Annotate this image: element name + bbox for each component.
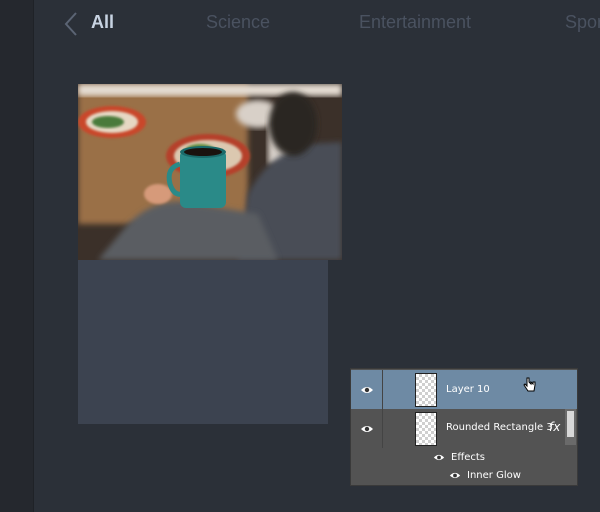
effects-row[interactable]: Effects (433, 448, 485, 466)
hand-cursor-icon (523, 377, 536, 392)
layers-scrollbar[interactable] (565, 409, 576, 445)
layers-panel: Layer 10 Rounded Rectangle 3 fx Effects … (350, 368, 578, 486)
tab-entertainment[interactable]: Entertainment (359, 12, 471, 33)
tab-all[interactable]: All (91, 12, 114, 33)
eye-icon (360, 386, 373, 393)
layer-row-rounded-rectangle-3[interactable]: Rounded Rectangle 3 fx (351, 409, 577, 448)
back-button[interactable] (60, 10, 82, 38)
left-sidebar-strip (0, 0, 34, 512)
tab-science[interactable]: Science (206, 12, 270, 33)
fx-badge[interactable]: fx (549, 420, 560, 434)
card-photo (78, 84, 342, 260)
chevron-left-icon (64, 12, 77, 36)
layer-row-layer-10[interactable]: Layer 10 (351, 370, 577, 409)
layer-name: Rounded Rectangle 3 (446, 422, 553, 433)
photo-illustration (78, 84, 342, 260)
effects-label: Effects (451, 451, 485, 463)
category-nav: All Science Entertainment Spor (34, 0, 600, 48)
layer-thumbnail (415, 412, 437, 446)
scrollbar-thumb[interactable] (567, 411, 574, 437)
eye-icon (360, 425, 373, 432)
layer-thumbnail (415, 373, 437, 407)
visibility-toggle[interactable] (351, 409, 383, 448)
effect-label: Inner Glow (467, 469, 521, 481)
tab-sports[interactable]: Spor (565, 12, 600, 33)
visibility-toggle[interactable] (351, 370, 383, 409)
eye-icon (449, 472, 461, 478)
layer-name: Layer 10 (446, 384, 490, 395)
eye-icon (433, 454, 445, 460)
effect-item-inner-glow[interactable]: Inner Glow (449, 466, 521, 484)
